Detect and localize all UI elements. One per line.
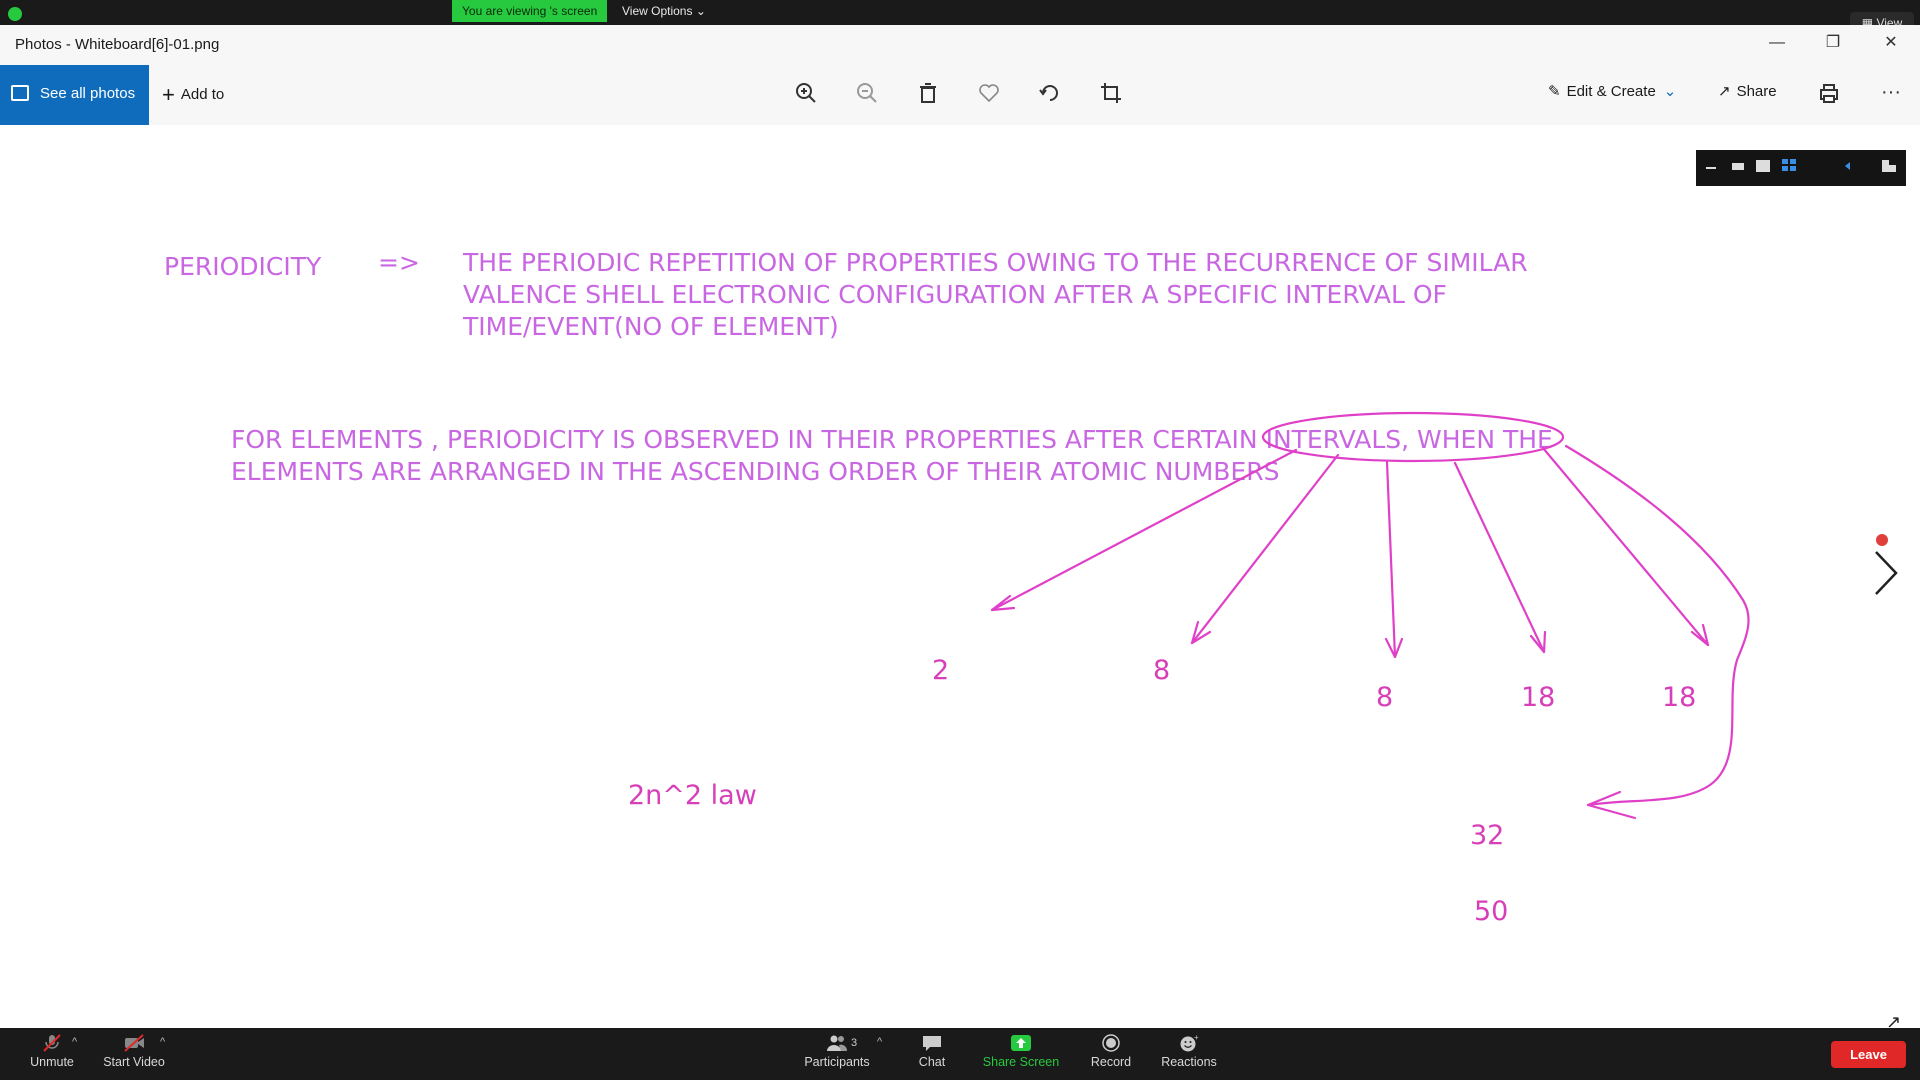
meeting-controls-bar (0, 1028, 1920, 1080)
share-screen-label: Share Screen (982, 1055, 1060, 1069)
shell-number: 8 (1153, 655, 1171, 686)
participants-count: 3 (851, 1037, 858, 1049)
video-options-caret[interactable]: ^ (160, 1036, 165, 1048)
reactions-label: Reactions (1161, 1055, 1217, 1069)
start-video-label: Start Video (103, 1055, 165, 1069)
arrow-to-18b (1541, 446, 1710, 647)
record-icon (1102, 1034, 1120, 1052)
arrow-to-32 (1564, 444, 1750, 807)
video-off-icon (124, 1034, 144, 1052)
share-screen-button[interactable]: Share Screen (976, 1034, 1066, 1069)
shell-number: 50 (1474, 896, 1509, 927)
participants-icon (827, 1035, 848, 1051)
unmute-label: Unmute (30, 1055, 74, 1069)
arrow-to-8a (1190, 453, 1340, 645)
share-screen-icon (1011, 1035, 1031, 1051)
shell-number: 8 (1376, 682, 1394, 713)
shell-number: 32 (1470, 820, 1505, 851)
arrow-to-2 (990, 448, 1298, 612)
cursor-pointer-dot (1876, 534, 1888, 546)
reactions-smiley-icon: + (1180, 1034, 1199, 1052)
arrow-to-8b (1385, 460, 1397, 659)
record-label: Record (1090, 1055, 1132, 1069)
record-button[interactable]: Record (1086, 1034, 1136, 1069)
shell-number: 18 (1521, 682, 1556, 713)
shell-number: 18 (1662, 682, 1697, 713)
shell-number: 2 (932, 655, 950, 686)
chat-label: Chat (918, 1055, 946, 1069)
law-label: 2n^2 law (628, 780, 757, 811)
chat-button[interactable]: Chat (912, 1034, 952, 1069)
leave-button[interactable]: Leave (1831, 1041, 1906, 1068)
svg-text:+: + (1194, 1034, 1199, 1042)
audio-options-caret[interactable]: ^ (72, 1036, 77, 1048)
participants-button[interactable]: Participants (797, 1034, 877, 1069)
arrow-to-18a (1453, 461, 1546, 654)
circle-annotation (1261, 411, 1565, 463)
muted-microphone-icon (43, 1034, 61, 1052)
reactions-button[interactable]: + Reactions (1158, 1034, 1220, 1069)
chat-icon (923, 1036, 941, 1051)
pen-annotations (990, 411, 1750, 820)
next-photo-arrow-icon[interactable] (1872, 548, 1902, 608)
participants-label: Participants (804, 1055, 870, 1069)
participants-options-caret[interactable]: ^ (877, 1036, 882, 1048)
